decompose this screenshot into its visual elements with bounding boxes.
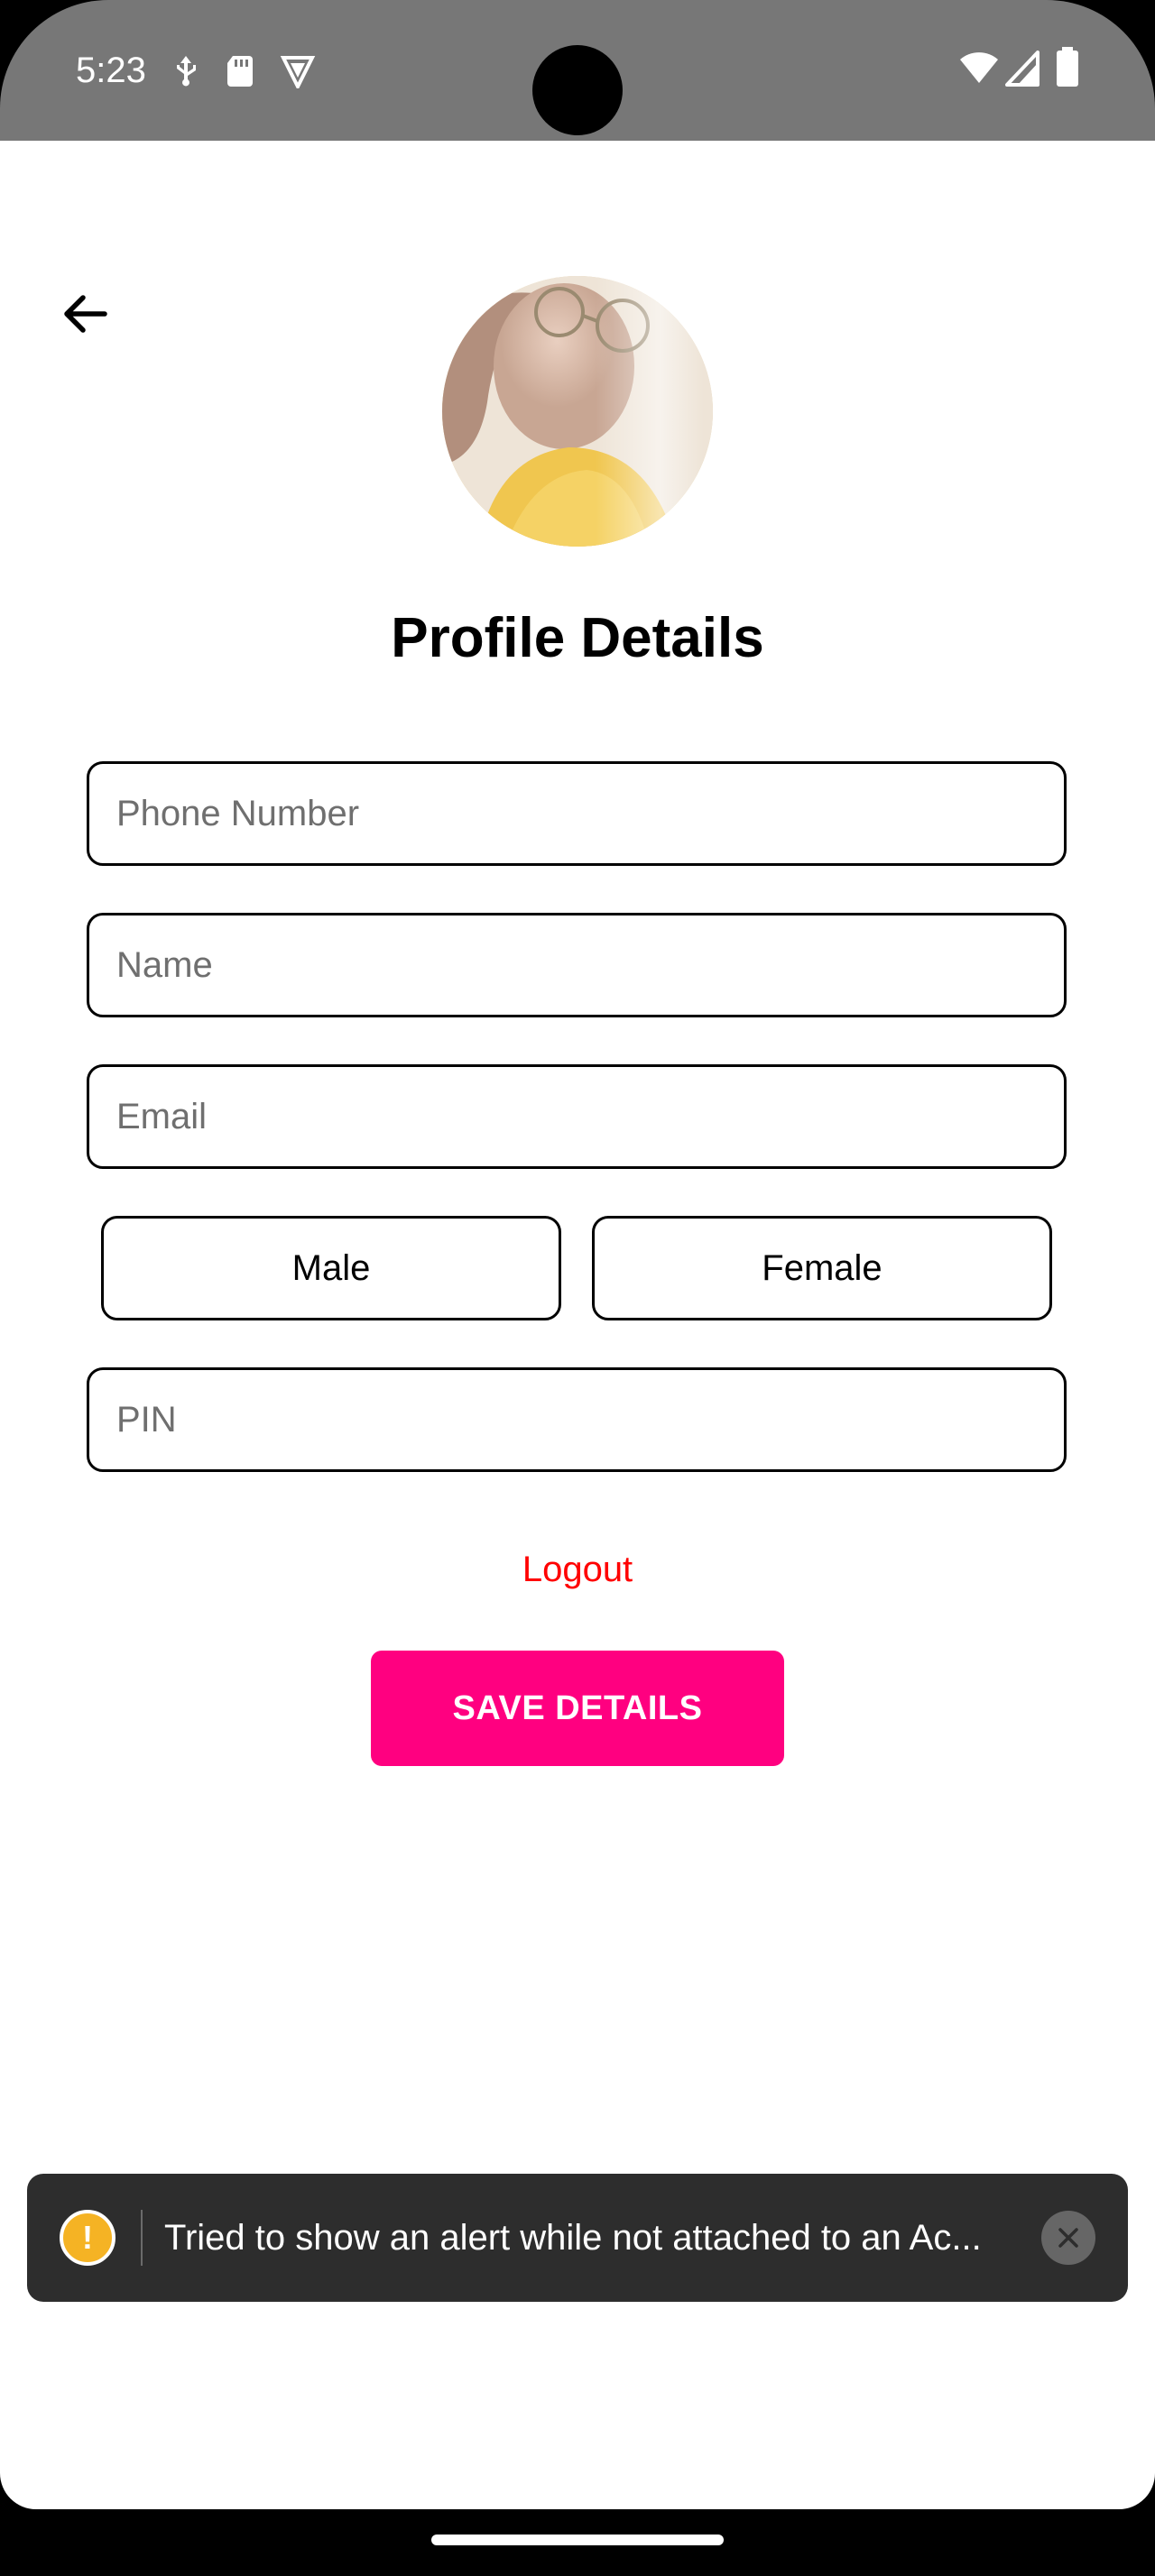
phone-screen: 5:23 Profile Details Phone Number Name E… [0,0,1155,2576]
warning-icon: ! [60,2210,116,2266]
gender-female-button[interactable]: Female [592,1216,1052,1320]
usb-debug-icon [168,52,204,88]
toast-message: Tried to show an alert while not attache… [164,2218,982,2258]
sd-card-icon [222,52,258,88]
phone-number-input[interactable] [89,764,1064,863]
profile-details-screen: Profile Details Male Female Logout SAVE … [0,141,1155,2509]
toast-divider [141,2210,143,2266]
pin-field[interactable] [87,1367,1067,1472]
status-bar: 5:23 [0,0,1155,144]
close-icon[interactable] [1041,2211,1095,2265]
warning-toast: ! Tried to show an alert while not attac… [27,2174,1128,2302]
arrow-left-icon [64,295,107,333]
wifi-icon [958,49,1000,85]
vpn-shield-icon [280,52,316,91]
battery-icon [1054,47,1081,88]
logout-link[interactable]: Logout [0,1542,1155,1596]
page-title: Profile Details [391,607,764,669]
save-details-button[interactable]: SAVE DETAILS [371,1651,784,1766]
gender-male-button[interactable]: Male [101,1216,561,1320]
email-input[interactable] [89,1067,1064,1166]
status-time: 5:23 [76,51,146,90]
phone-number-field[interactable] [87,761,1067,866]
back-button[interactable] [47,276,123,352]
name-input[interactable] [89,915,1064,1015]
email-field[interactable] [87,1064,1067,1169]
avatar[interactable] [442,276,713,547]
cell-signal-icon [1005,51,1041,87]
pin-input[interactable] [89,1370,1064,1469]
camera-cutout [532,45,623,135]
home-indicator[interactable] [431,2535,724,2545]
name-field[interactable] [87,913,1067,1017]
